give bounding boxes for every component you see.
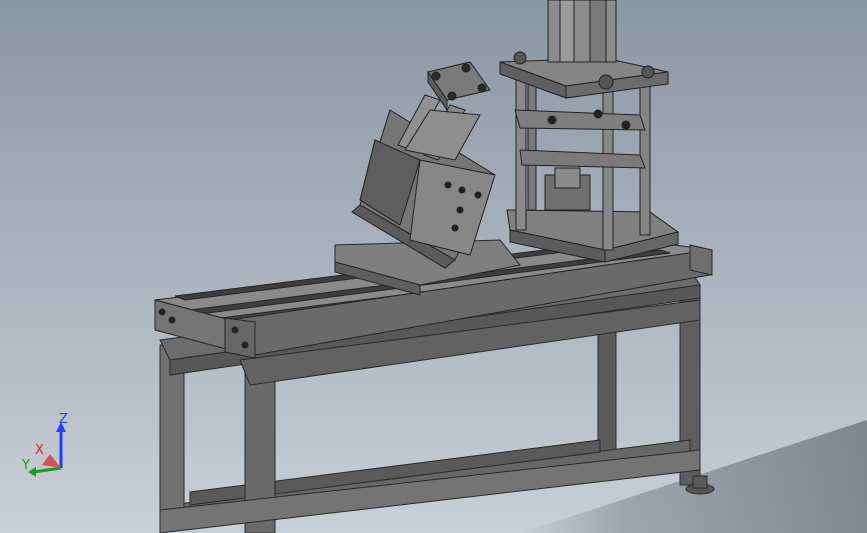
tilted-cylinder-unit	[351, 61, 496, 269]
axis-triad: Z X Y	[20, 410, 80, 480]
machine-model[interactable]	[0, 0, 867, 533]
z-axis-label: Z	[59, 412, 68, 427]
vertical-press-unit	[499, 0, 680, 263]
x-axis-label: X	[35, 443, 44, 458]
y-axis-label: Y	[22, 458, 30, 473]
cad-viewport[interactable]: Z X Y	[0, 0, 867, 533]
